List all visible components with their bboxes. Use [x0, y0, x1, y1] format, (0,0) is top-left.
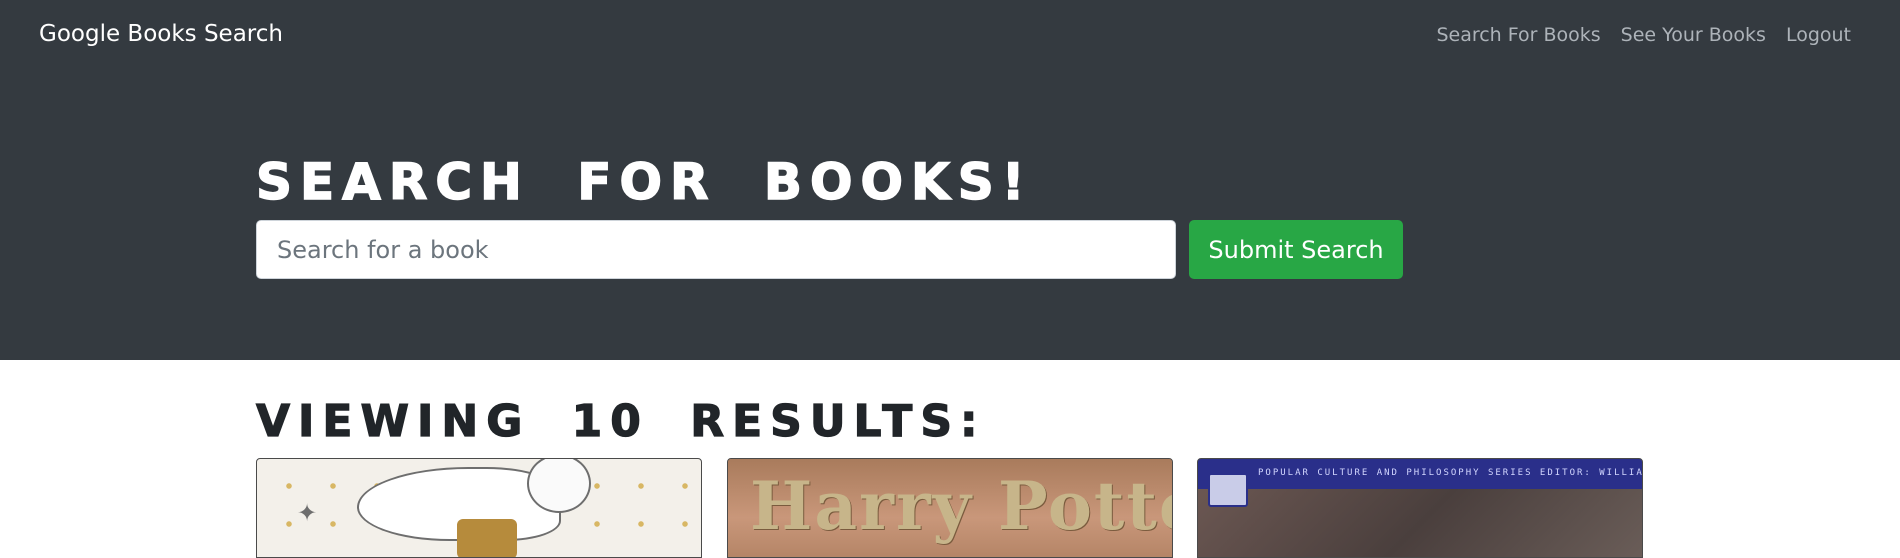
book-card: POPULAR CULTURE AND PHILOSOPHY SERIES ED…	[1197, 458, 1643, 558]
book-card: Harry Potter	[727, 458, 1173, 558]
star-decoration: ✦	[297, 499, 318, 527]
navbar: Google Books Search Search For Books See…	[0, 0, 1900, 70]
nav-logout[interactable]: Logout	[1786, 22, 1851, 48]
brand-link[interactable]: Google Books Search	[39, 19, 283, 49]
tv-logo-icon	[1208, 473, 1248, 507]
submit-search-button[interactable]: Submit Search	[1189, 220, 1403, 279]
cover-series-text: POPULAR CULTURE AND PHILOSOPHY SERIES ED…	[1258, 468, 1642, 478]
page-title: Search for Books!	[255, 152, 1033, 212]
search-hero: Search for Books! Submit Search	[0, 70, 1900, 360]
nav-search-for-books[interactable]: Search For Books	[1436, 22, 1600, 48]
results-heading: Viewing 10 results:	[255, 395, 986, 447]
search-input[interactable]	[256, 220, 1176, 279]
nav-links: Search For Books See Your Books Logout	[1436, 22, 1851, 48]
cover-title-text: Harry Potter	[750, 467, 1172, 545]
nav-see-your-books[interactable]: See Your Books	[1621, 22, 1766, 48]
gold-emblem	[457, 519, 517, 557]
book-card: ✦	[256, 458, 702, 558]
